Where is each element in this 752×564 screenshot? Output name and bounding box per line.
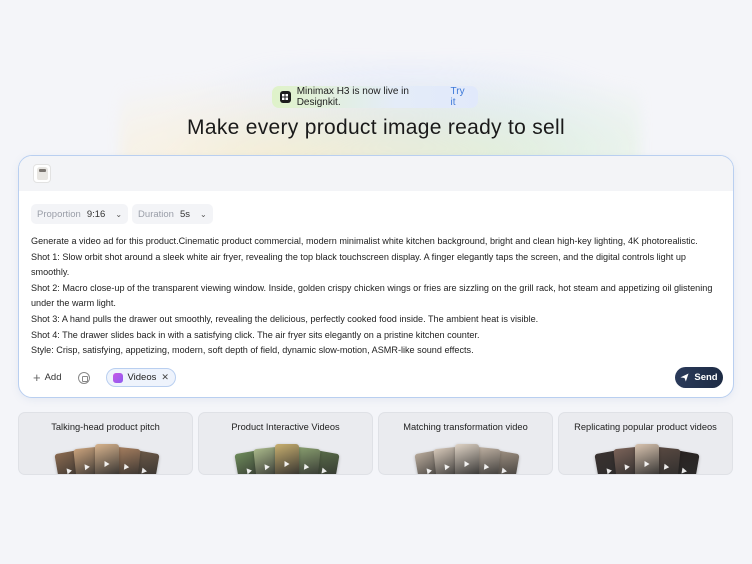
prompt-input[interactable]: Generate a video ad for this product.Cin… bbox=[31, 234, 725, 359]
prompt-toolbar: + Add Videos ✕ bbox=[33, 368, 176, 387]
video-thumbnail-stack bbox=[54, 444, 160, 474]
proportion-value: 9:16 bbox=[86, 208, 106, 220]
video-thumbnail bbox=[275, 444, 299, 474]
play-icon bbox=[624, 463, 631, 470]
play-icon bbox=[606, 467, 613, 474]
example-card[interactable]: Replicating popular product videos bbox=[558, 412, 733, 475]
example-title: Matching transformation video bbox=[403, 422, 528, 432]
designkit-logo-icon bbox=[280, 91, 291, 103]
play-icon bbox=[426, 467, 433, 474]
send-label: Send bbox=[694, 372, 718, 383]
plus-icon: + bbox=[33, 369, 41, 385]
duration-select[interactable]: Duration 5s ⌄ bbox=[132, 204, 213, 224]
example-card[interactable]: Matching transformation video bbox=[378, 412, 553, 475]
announcement-text: Minimax H3 is now live in Designkit. bbox=[296, 86, 409, 108]
example-title: Talking-head product pitch bbox=[51, 422, 160, 432]
prompt-line: Generate a video ad for this product.Cin… bbox=[31, 236, 698, 246]
chevron-down-icon: ⌄ bbox=[200, 209, 207, 219]
duration-label: Duration bbox=[138, 208, 174, 220]
play-icon bbox=[246, 467, 253, 474]
prompt-line: Shot 3: A hand pulls the drawer out smoo… bbox=[31, 313, 539, 324]
send-button[interactable]: Send bbox=[675, 367, 723, 388]
prompt-line: Shot 1: Slow orbit shot around a sleek w… bbox=[31, 251, 686, 278]
duration-value: 5s bbox=[179, 208, 191, 220]
try-it-link[interactable]: Try it bbox=[451, 86, 471, 108]
prompt-line: Shot 4: The drawer slides back in with a… bbox=[31, 329, 480, 340]
play-icon bbox=[681, 467, 688, 474]
add-button[interactable]: + Add bbox=[33, 369, 62, 385]
play-icon bbox=[66, 467, 73, 474]
video-thumbnail-stack bbox=[414, 444, 520, 474]
close-icon[interactable]: ✕ bbox=[161, 372, 169, 383]
play-icon bbox=[303, 463, 310, 470]
page-title: Make every product image ready to sell bbox=[187, 116, 565, 139]
send-icon bbox=[680, 373, 689, 382]
play-icon bbox=[483, 463, 490, 470]
play-icon bbox=[321, 467, 328, 474]
announcement-banner[interactable]: Minimax H3 is now live in Designkit. Try… bbox=[272, 86, 478, 108]
example-card[interactable]: Product Interactive Videos bbox=[198, 412, 373, 475]
prompt-line: Shot 2: Macro close-up of the transparen… bbox=[31, 282, 713, 309]
play-icon bbox=[464, 460, 470, 467]
air-fryer-image bbox=[36, 167, 48, 180]
proportion-select[interactable]: Proportion 9:16 ⌄ bbox=[31, 204, 129, 224]
play-icon bbox=[123, 463, 130, 470]
video-thumbnail-stack bbox=[234, 444, 340, 474]
play-icon bbox=[104, 460, 110, 467]
example-title: Product Interactive Videos bbox=[231, 422, 340, 432]
chevron-down-icon: ⌄ bbox=[115, 209, 123, 219]
cube-icon[interactable] bbox=[77, 371, 90, 384]
example-title: Replicating popular product videos bbox=[574, 422, 717, 432]
product-thumbnail[interactable] bbox=[33, 164, 51, 183]
video-thumbnail bbox=[635, 444, 659, 474]
video-thumbnail bbox=[455, 444, 479, 474]
video-thumbnail bbox=[95, 444, 119, 474]
play-icon bbox=[501, 467, 508, 474]
play-icon bbox=[444, 463, 451, 470]
proportion-label: Proportion bbox=[37, 208, 81, 220]
prompt-card: Proportion 9:16 ⌄ Duration 5s ⌄ Generate… bbox=[18, 155, 734, 398]
play-icon bbox=[644, 460, 650, 467]
attachment-bar bbox=[19, 156, 733, 191]
video-icon bbox=[112, 372, 123, 383]
play-icon bbox=[264, 463, 271, 470]
example-card[interactable]: Talking-head product pitch bbox=[18, 412, 193, 475]
play-icon bbox=[84, 463, 91, 470]
prompt-line: Style: Crisp, satisfying, appetizing, mo… bbox=[31, 345, 474, 356]
chip-label: Videos bbox=[127, 372, 157, 383]
videos-chip[interactable]: Videos ✕ bbox=[105, 368, 176, 387]
play-icon bbox=[141, 467, 148, 474]
add-label: Add bbox=[44, 372, 62, 383]
example-templates: Talking-head product pitch Product Intera… bbox=[18, 412, 733, 475]
play-icon bbox=[284, 460, 290, 467]
settings-row: Proportion 9:16 ⌄ Duration 5s ⌄ bbox=[31, 204, 213, 224]
video-thumbnail-stack bbox=[594, 444, 700, 474]
play-icon bbox=[663, 463, 670, 470]
